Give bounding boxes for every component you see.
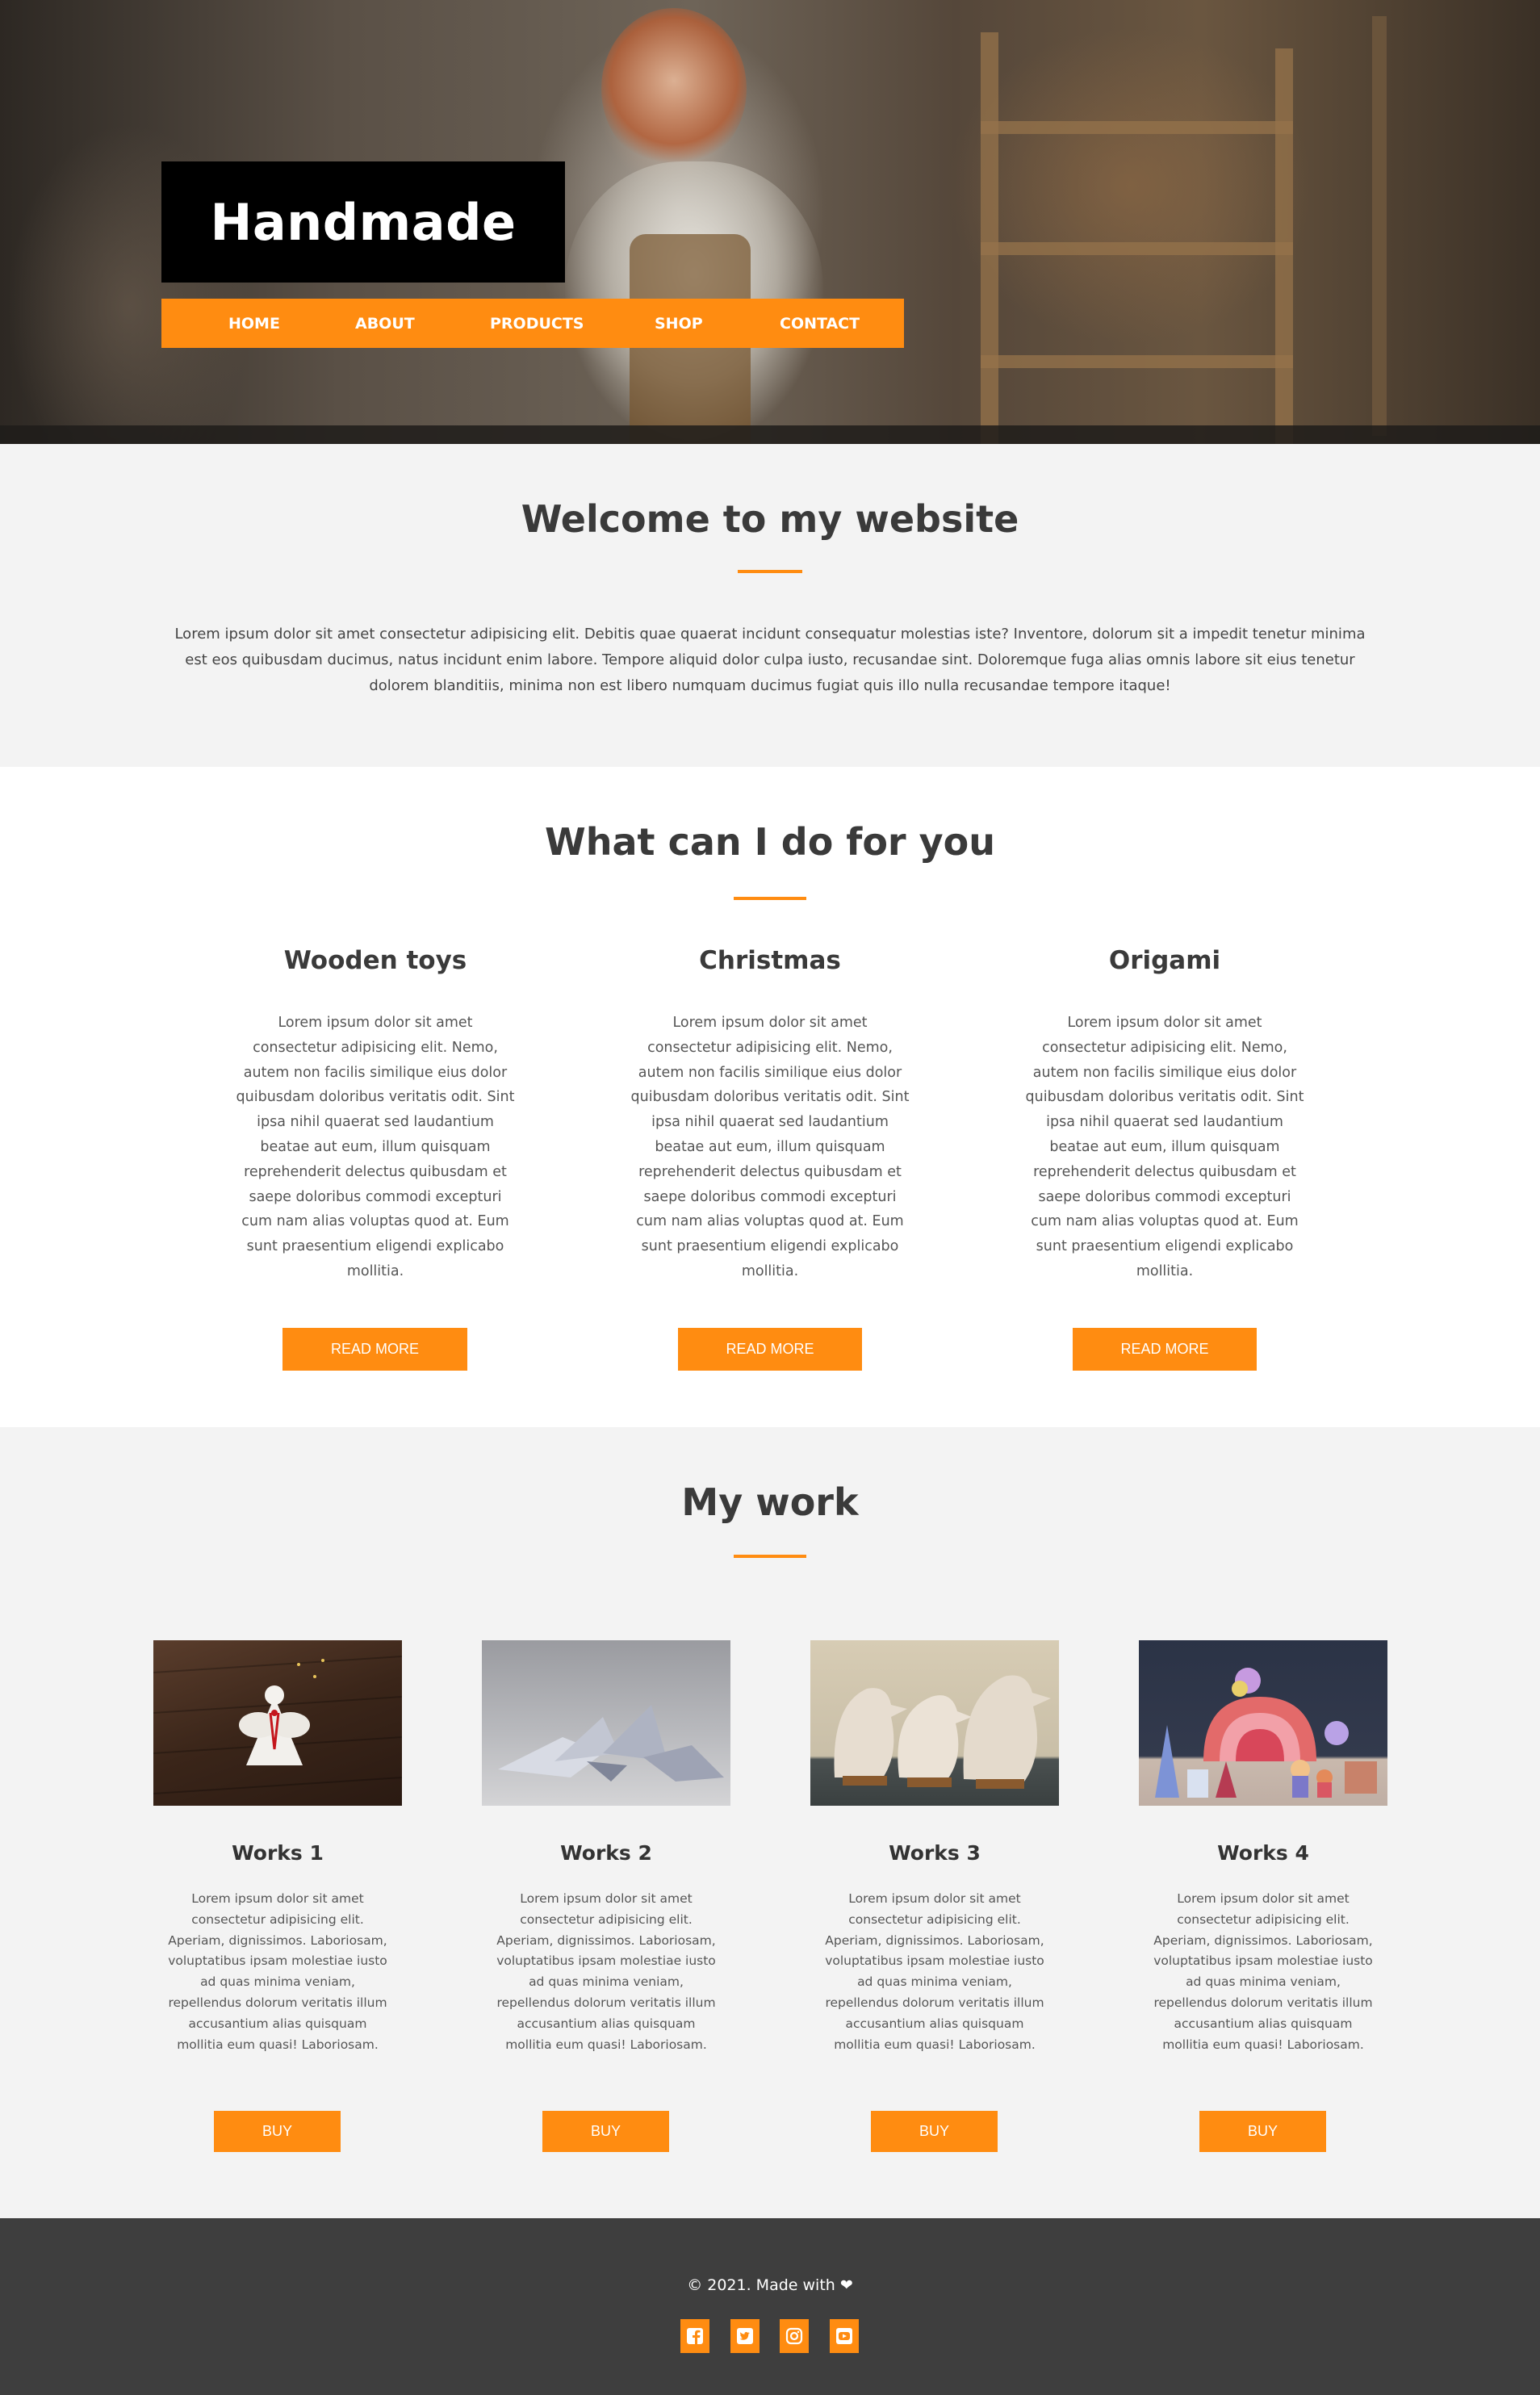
work-section: My work Works 1 Lorem ipsum dolor sit am… bbox=[0, 1427, 1540, 2218]
nav-home[interactable]: HOME bbox=[228, 315, 280, 333]
twitter-icon[interactable] bbox=[730, 2319, 760, 2353]
service-card: Wooden toys Lorem ipsum dolor sit amet c… bbox=[234, 946, 517, 1284]
brand-title: Handmade bbox=[210, 192, 517, 252]
service-card: Christmas Lorem ipsum dolor sit amet con… bbox=[629, 946, 911, 1284]
work-image-wooden-toys[interactable] bbox=[1139, 1640, 1387, 1806]
welcome-divider bbox=[738, 570, 802, 573]
hero-banner: Handmade HOME ABOUT PRODUCTS SHOP CONTAC… bbox=[0, 0, 1540, 444]
welcome-section: Welcome to my website Lorem ipsum dolor … bbox=[0, 444, 1540, 767]
service-text: Lorem ipsum dolor sit amet consectetur a… bbox=[630, 1015, 910, 1279]
read-more-button[interactable]: READ MORE bbox=[1073, 1328, 1257, 1371]
service-title: Origami bbox=[1108, 946, 1221, 975]
services-divider bbox=[734, 897, 806, 900]
work-title: Works 2 bbox=[560, 1841, 652, 1865]
read-more-button[interactable]: READ MORE bbox=[282, 1328, 467, 1371]
work-card: Works 4 Lorem ipsum dolor sit amet conse… bbox=[1134, 1640, 1392, 2055]
work-title: Works 4 bbox=[1217, 1841, 1309, 1865]
nav-about[interactable]: ABOUT bbox=[355, 315, 415, 333]
work-card: Works 2 Lorem ipsum dolor sit amet conse… bbox=[477, 1640, 735, 2055]
buy-button[interactable]: BUY bbox=[542, 2111, 669, 2152]
read-more-button[interactable]: READ MORE bbox=[678, 1328, 862, 1371]
main-nav: HOME ABOUT PRODUCTS SHOP CONTACT bbox=[161, 299, 904, 348]
buy-button[interactable]: BUY bbox=[214, 2111, 341, 2152]
work-card: Works 1 Lorem ipsum dolor sit amet conse… bbox=[149, 1640, 407, 2055]
work-image-angel[interactable] bbox=[153, 1640, 402, 1806]
work-title: My work bbox=[681, 1480, 859, 1524]
service-card: Origami Lorem ipsum dolor sit amet conse… bbox=[1023, 946, 1306, 1284]
youtube-icon[interactable] bbox=[830, 2319, 859, 2353]
instagram-icon[interactable] bbox=[780, 2319, 809, 2353]
welcome-text: Lorem ipsum dolor sit amet consectetur a… bbox=[174, 626, 1366, 694]
copyright-text: © 2021. Made with ❤ bbox=[687, 2276, 853, 2294]
work-title: Works 3 bbox=[889, 1841, 981, 1865]
welcome-title: Welcome to my website bbox=[521, 497, 1019, 541]
work-text: Lorem ipsum dolor sit amet consectetur a… bbox=[496, 1891, 716, 2052]
service-text: Lorem ipsum dolor sit amet consectetur a… bbox=[1025, 1015, 1304, 1279]
brand-logo-box[interactable]: Handmade bbox=[161, 161, 565, 283]
buy-button[interactable]: BUY bbox=[1199, 2111, 1326, 2152]
site-footer: © 2021. Made with ❤ bbox=[0, 2218, 1540, 2395]
service-title: Christmas bbox=[699, 946, 841, 975]
work-image-origami-crane[interactable] bbox=[482, 1640, 730, 1806]
work-text: Lorem ipsum dolor sit amet consectetur a… bbox=[1153, 1891, 1373, 2052]
services-title: What can I do for you bbox=[545, 820, 995, 864]
service-title: Wooden toys bbox=[283, 946, 467, 975]
buy-button[interactable]: BUY bbox=[871, 2111, 998, 2152]
work-card: Works 3 Lorem ipsum dolor sit amet conse… bbox=[806, 1640, 1064, 2055]
work-divider bbox=[734, 1555, 806, 1558]
work-text: Lorem ipsum dolor sit amet consectetur a… bbox=[168, 1891, 387, 2052]
nav-products[interactable]: PRODUCTS bbox=[490, 315, 584, 333]
facebook-icon[interactable] bbox=[680, 2319, 709, 2353]
work-image-wooden-ducks[interactable] bbox=[810, 1640, 1059, 1806]
services-section: What can I do for you Wooden toys Lorem … bbox=[0, 767, 1540, 1427]
work-text: Lorem ipsum dolor sit amet consectetur a… bbox=[825, 1891, 1044, 2052]
work-title: Works 1 bbox=[232, 1841, 324, 1865]
nav-contact[interactable]: CONTACT bbox=[780, 315, 860, 333]
service-text: Lorem ipsum dolor sit amet consectetur a… bbox=[236, 1015, 515, 1279]
nav-shop[interactable]: SHOP bbox=[655, 315, 703, 333]
